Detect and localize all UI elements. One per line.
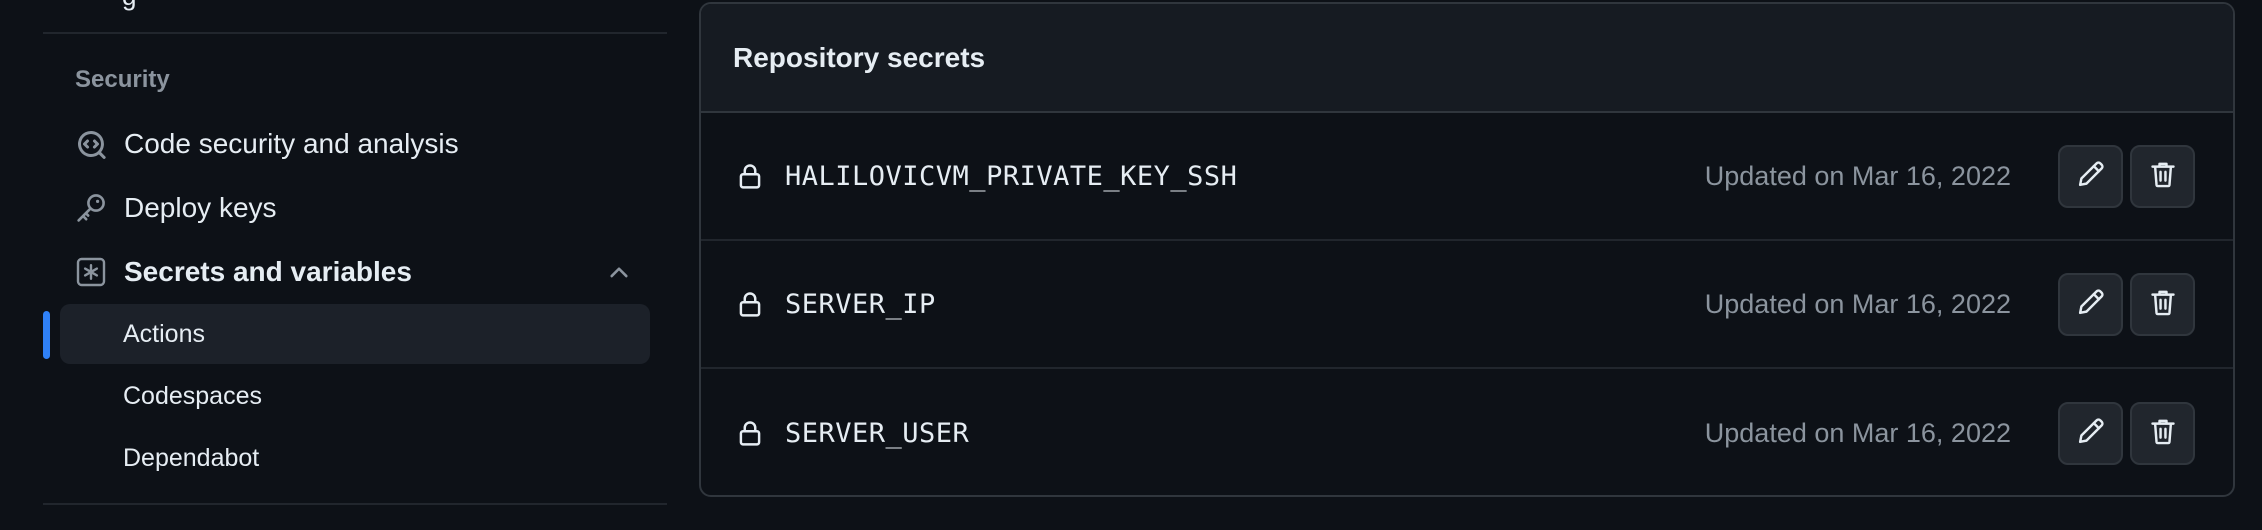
pencil-icon <box>2077 417 2105 450</box>
edit-secret-button[interactable] <box>2058 401 2123 465</box>
sidebar-subitem-codespaces[interactable]: Codespaces <box>60 366 650 426</box>
secret-updated-date: Updated on Mar 16, 2022 <box>1704 160 2011 191</box>
secret-row: SERVER_IP Updated on Mar 16, 2022 <box>701 241 2233 369</box>
secret-updated-date: Updated on Mar 16, 2022 <box>1704 417 2011 448</box>
trash-icon <box>2149 288 2177 321</box>
secret-name: SERVER_IP <box>785 288 936 320</box>
secret-row: SERVER_USER Updated on Mar 16, 2022 <box>701 369 2233 495</box>
panel-title: Repository secrets <box>733 41 986 73</box>
pencil-icon <box>2077 288 2105 321</box>
key-asterisk-icon <box>74 255 108 289</box>
chevron-up-icon[interactable] <box>606 259 632 285</box>
trash-icon <box>2149 417 2177 450</box>
lock-icon <box>735 161 765 191</box>
trash-icon <box>2149 160 2177 193</box>
sidebar-cut-off-label: g <box>122 0 136 9</box>
sidebar-subitem-label: Codespaces <box>123 381 262 410</box>
panel-header: Repository secrets <box>701 4 2233 113</box>
lock-icon <box>735 289 765 319</box>
sidebar-item-label: Code security and analysis <box>124 128 459 159</box>
key-icon <box>74 191 108 225</box>
sidebar-item-code-security[interactable]: Code security and analysis <box>60 114 650 174</box>
secret-name: SERVER_USER <box>785 417 970 449</box>
sidebar-divider-bottom <box>43 503 667 505</box>
secret-name: HALILOVICVM_PRIVATE_KEY_SSH <box>785 160 1238 192</box>
sidebar-subitem-dependabot[interactable]: Dependabot <box>60 428 650 488</box>
pencil-icon <box>2077 160 2105 193</box>
sidebar-item-secrets-and-variables[interactable]: Secrets and variables <box>60 242 650 302</box>
secret-updated-date: Updated on Mar 16, 2022 <box>1704 288 2011 319</box>
sidebar-item-label: Deploy keys <box>124 192 277 223</box>
edit-secret-button[interactable] <box>2058 144 2123 208</box>
sidebar-subitem-label: Dependabot <box>123 443 260 472</box>
edit-secret-button[interactable] <box>2058 272 2123 336</box>
lock-icon <box>735 418 765 448</box>
sidebar-item-label: Secrets and variables <box>124 256 412 287</box>
sidebar-item-deploy-keys[interactable]: Deploy keys <box>60 178 650 238</box>
codescan-icon <box>74 127 108 161</box>
sidebar-divider-top <box>43 32 667 34</box>
secret-row: HALILOVICVM_PRIVATE_KEY_SSH Updated on M… <box>701 113 2233 241</box>
sidebar-subitem-actions[interactable]: Actions <box>60 304 650 364</box>
active-item-indicator <box>43 311 50 359</box>
repository-secrets-panel: Repository secrets HALILOVICVM_PRIVATE_K… <box>699 2 2235 497</box>
delete-secret-button[interactable] <box>2130 272 2195 336</box>
delete-secret-button[interactable] <box>2130 144 2195 208</box>
sidebar-subitem-label: Actions <box>123 319 205 348</box>
section-heading-security: Security <box>75 66 170 93</box>
settings-sidebar: g Security Code security and analysis De… <box>0 0 680 530</box>
delete-secret-button[interactable] <box>2130 401 2195 465</box>
